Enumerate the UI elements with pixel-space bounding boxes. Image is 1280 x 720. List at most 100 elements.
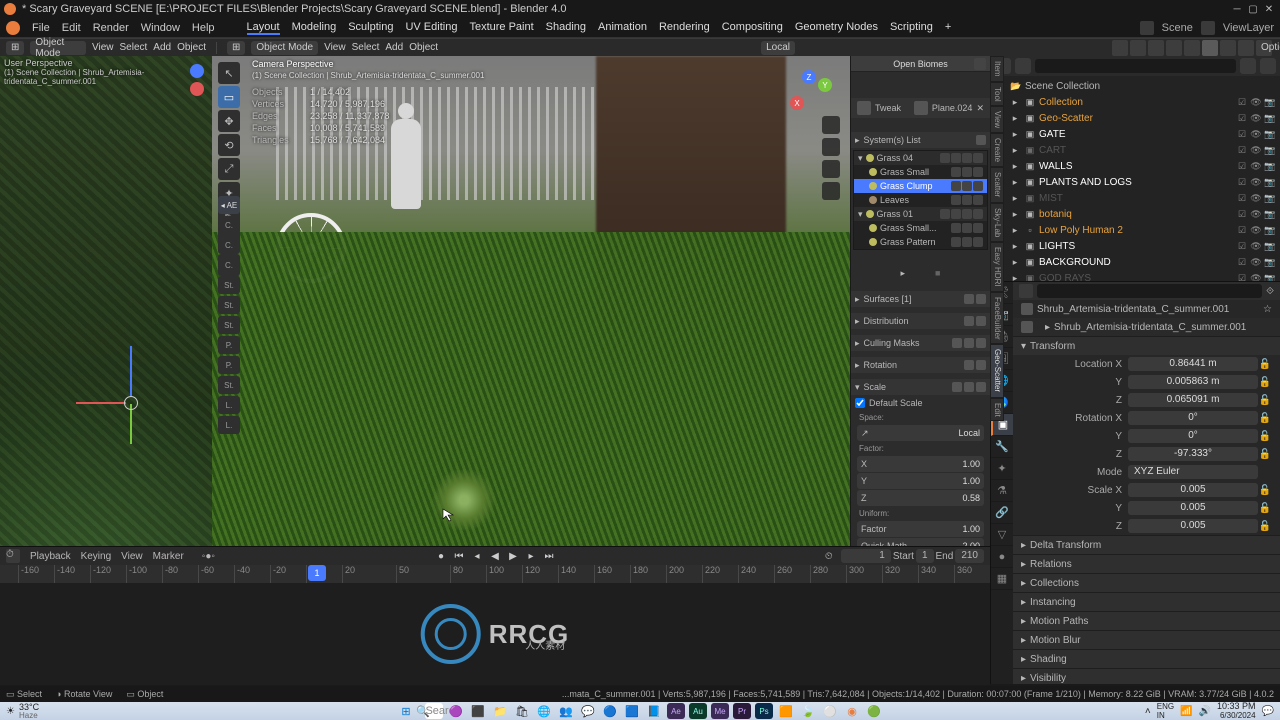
keyframe-prev-icon[interactable]: ◂ — [470, 549, 484, 563]
workspace-shading[interactable]: Shading — [546, 21, 586, 35]
workspace-sculpting[interactable]: Sculpting — [348, 21, 393, 35]
render-icon[interactable]: 📷 — [1264, 160, 1276, 172]
shading-rendered-icon[interactable] — [1238, 40, 1254, 56]
t3[interactable]: C. — [218, 236, 240, 254]
biomes-menu-icon[interactable] — [974, 58, 986, 70]
data-name[interactable]: Shrub_Artemisia-tridentata_C_summer.001 — [1054, 322, 1272, 333]
workspace-geometry-nodes[interactable]: Geometry Nodes — [795, 21, 878, 35]
task-widgets-icon[interactable]: ⬛ — [469, 703, 487, 719]
editor-type-icon-r[interactable]: ⊞ — [227, 41, 245, 55]
render-icon[interactable]: 📷 — [1264, 256, 1276, 268]
exclude-icon[interactable]: ☑ — [1236, 144, 1248, 156]
outliner-item[interactable]: ▸▣BACKGROUND☑👁📷 — [991, 254, 1280, 270]
persp-icon-c[interactable] — [822, 182, 840, 200]
eye-icon[interactable]: 👁 — [1250, 144, 1262, 156]
t2[interactable]: C. — [218, 216, 240, 234]
timeline-ruler[interactable]: -160-140-120-100-80-60-40-20020508010012… — [0, 565, 990, 583]
play-rev-icon[interactable]: ◀ — [488, 549, 502, 563]
system-item[interactable]: Grass Pattern — [854, 235, 987, 249]
factor-x[interactable]: X1.00 — [857, 456, 984, 472]
render-icon[interactable]: 📷 — [1264, 128, 1276, 140]
ntab-geo-scatter[interactable]: Geo-Scatter — [990, 344, 1004, 397]
shading-wire-icon[interactable] — [1184, 40, 1200, 56]
prop-panel-header[interactable]: ▸Motion Blur — [1013, 631, 1280, 649]
exclude-icon[interactable]: ☑ — [1236, 128, 1248, 140]
mode-selector-left[interactable]: Object Mode — [30, 41, 86, 55]
timeline-editor-icon[interactable]: ⏱ — [6, 549, 20, 563]
taskbar-search[interactable]: 🔍 Search — [425, 703, 443, 719]
loc-z[interactable]: 0.065091 m — [1128, 393, 1258, 407]
render-icon[interactable]: 📷 — [1264, 272, 1276, 281]
tray-up-icon[interactable]: ˄ — [1145, 706, 1151, 717]
tray-notif-icon[interactable]: 💬 — [1262, 706, 1274, 717]
prop-panel-header[interactable]: ▸Motion Paths — [1013, 612, 1280, 630]
workspace-modeling[interactable]: Modeling — [292, 21, 337, 35]
gizmo-red-left[interactable] — [190, 82, 204, 96]
scale-header[interactable]: ▾Scale — [851, 379, 990, 395]
exclude-icon[interactable]: ☑ — [1236, 96, 1248, 108]
systems-list-header[interactable]: ▸System(s) List — [851, 132, 990, 148]
surfaces-header[interactable]: ▸Surfaces [1] — [851, 291, 990, 307]
task-whatsapp-icon[interactable]: 💬 — [579, 703, 597, 719]
prop-panel-header[interactable]: ▸Instancing — [1013, 593, 1280, 611]
task-store-icon[interactable]: 🛍 — [513, 703, 531, 719]
distribution-header[interactable]: ▸Distribution — [851, 313, 990, 329]
autokey-icon[interactable]: ◦●◦ — [202, 551, 215, 562]
eye-icon[interactable]: 👁 — [1250, 272, 1262, 281]
system-item[interactable]: Grass Small... — [854, 221, 987, 235]
shading-matpreview-icon[interactable] — [1220, 40, 1236, 56]
system-item[interactable]: Leaves — [854, 193, 987, 207]
outliner-item[interactable]: ▸▣MIST☑👁📷 — [991, 190, 1280, 206]
render-icon[interactable]: 📷 — [1264, 192, 1276, 204]
workspace-scripting[interactable]: Scripting — [890, 21, 933, 35]
props-pin-icon[interactable]: ⟐ — [1266, 286, 1274, 297]
snap-icon[interactable] — [1112, 40, 1128, 56]
open-biomes-button[interactable]: Open Biomes — [851, 56, 990, 72]
exclude-icon[interactable]: ☑ — [1236, 160, 1248, 172]
loc-y[interactable]: 0.005863 m — [1128, 375, 1258, 389]
eye-icon[interactable]: 👁 — [1250, 128, 1262, 140]
end-frame[interactable]: 210 — [955, 549, 984, 563]
exclude-icon[interactable]: ☑ — [1236, 192, 1248, 204]
rot-x[interactable]: 0° — [1128, 411, 1258, 425]
tl-keying[interactable]: Keying — [81, 551, 112, 562]
outliner-filter-icon[interactable] — [1240, 58, 1256, 74]
ntab-scatter[interactable]: Scatter — [990, 167, 1004, 202]
task-chrome-icon[interactable]: 🔵 — [601, 703, 619, 719]
prop-panel-header[interactable]: ▸Collections — [1013, 574, 1280, 592]
view-menu-l[interactable]: View — [92, 42, 114, 53]
factor-z[interactable]: Z0.58 — [857, 490, 984, 506]
menu-help[interactable]: Help — [192, 22, 215, 34]
options-dropdown[interactable]: Options — [1256, 40, 1272, 56]
menu-file[interactable]: File — [32, 22, 50, 34]
select-menu-r[interactable]: Select — [352, 42, 380, 53]
tray-vol-icon[interactable]: 🔊 — [1199, 706, 1211, 717]
t9[interactable]: P. — [218, 356, 240, 374]
t11[interactable]: L. — [218, 396, 240, 414]
frame-current[interactable]: 1 — [841, 549, 891, 563]
menu-edit[interactable]: Edit — [62, 22, 81, 34]
overlay-icon[interactable] — [1148, 40, 1164, 56]
task-edge-icon[interactable]: 🌐 — [535, 703, 553, 719]
object-menu-l[interactable]: Object — [177, 42, 206, 53]
ntab-easy-hdri[interactable]: Easy HDRI — [990, 242, 1004, 292]
eye-icon[interactable]: 👁 — [1250, 240, 1262, 252]
plane-name[interactable]: Plane.024 — [932, 103, 973, 113]
object-menu-r[interactable]: Object — [409, 42, 438, 53]
workspace-animation[interactable]: Animation — [598, 21, 647, 35]
shading-solid-icon[interactable] — [1202, 40, 1218, 56]
uniform-factor[interactable]: Factor1.00 — [857, 521, 984, 537]
loc-x[interactable]: 0.86441 m — [1128, 357, 1258, 371]
task-app2-icon[interactable]: 📘 — [645, 703, 663, 719]
ntab-view[interactable]: View — [990, 106, 1004, 133]
transform-orientation[interactable]: Local — [761, 41, 795, 55]
mode-selector-right[interactable]: Object Mode — [251, 41, 318, 55]
nav-gizmo[interactable]: ZYX — [788, 70, 832, 114]
jump-start-icon[interactable]: ⏮ — [452, 549, 466, 563]
keyframe-next-icon[interactable]: ▸ — [524, 549, 538, 563]
outliner-item[interactable]: ▸▣WALLS☑👁📷 — [991, 158, 1280, 174]
workspace-uv-editing[interactable]: UV Editing — [405, 21, 457, 35]
workspace-layout[interactable]: Layout — [247, 21, 280, 35]
t12[interactable]: L. — [218, 416, 240, 434]
rot-y[interactable]: 0° — [1128, 429, 1258, 443]
